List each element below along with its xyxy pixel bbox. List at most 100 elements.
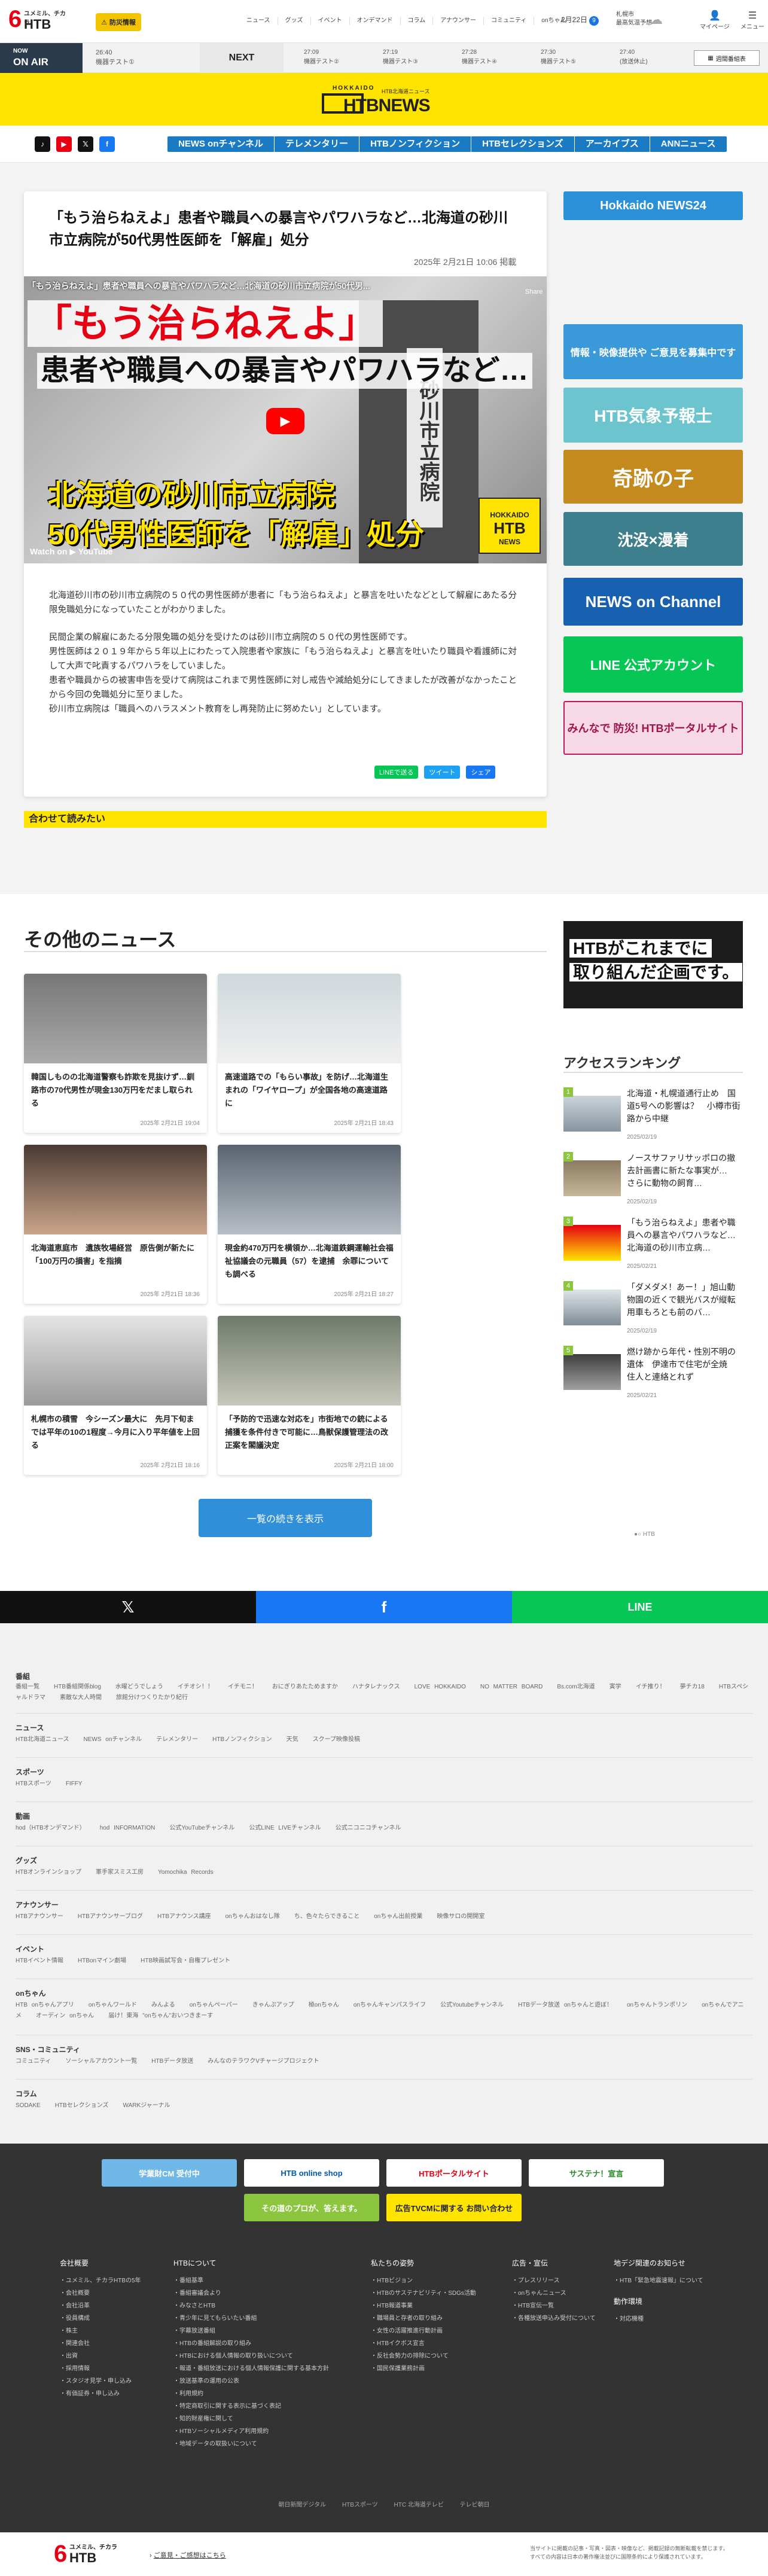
ranking-pager[interactable]: ●○ HTB <box>634 1531 655 1538</box>
sitemap-link[interactable]: 公式LINE LIVEチャンネル <box>249 1825 321 1831</box>
contact-link[interactable]: › ご意見・ご感想はこちら <box>150 2550 226 2560</box>
sitemap-link[interactable]: 天気 <box>287 1736 298 1743</box>
sitemap-link[interactable]: 公式Youtubeチャンネル <box>440 2002 504 2008</box>
gnav-community[interactable]: コミュニティ <box>484 17 535 25</box>
video-title[interactable]: 「もう治らねえよ」患者や職員への暴言やパワハラなど…北海道の砂川市立病院が50代… <box>28 280 370 292</box>
sitemap-link[interactable]: ち、色々たらできること <box>294 1913 360 1920</box>
sitemap-category[interactable]: スポーツ <box>16 1767 44 1777</box>
news-card[interactable]: 北海道恵庭市 遺族牧場経営 原告側が新たに「100万円の損害」を指摘 2025年… <box>24 1145 207 1304</box>
sitemap-links[interactable]: HTBアナウンサー HTBアナウンサーブログ HTBアナウンス講座 onちゃんおはなし… <box>16 1912 751 1922</box>
ranking-item[interactable]: 2 ノースサファリサッポロの撤去計画書に新たな事実が… さらに動物の飼育… 20… <box>563 1152 743 1209</box>
sitemap-link[interactable]: 軍手家スミス工房 <box>96 1869 144 1876</box>
footer-banner[interactable]: 広告TVCMに関する お問い合わせ <box>386 2194 522 2221</box>
news-card[interactable]: 現金約470万円を横領か…北海道鉄鋼運輸社会福祉協議会の元職員（57）を逮捕 余… <box>218 1145 401 1304</box>
sitemap-link[interactable]: イチオシ！！ <box>178 1684 214 1690</box>
current-program[interactable]: 26:40 機器テスト① <box>96 48 135 67</box>
sitemap-link[interactable]: 極onちゃん <box>309 2002 339 2008</box>
sitemap-category[interactable]: ニュース <box>16 1723 44 1733</box>
sitemap-link[interactable]: hod INFORMATION <box>100 1825 156 1831</box>
footer-links[interactable]: プレスリリースonちゃんニュースHTB宣伝一覧各種放送申込み受付について <box>512 2275 608 2325</box>
subnav-nonfiction[interactable]: HTBノンフィクション <box>359 136 472 152</box>
footer-link[interactable]: HTBのサステナビリティ・SDGs活動 <box>371 2287 490 2300</box>
footer-link[interactable]: スタジオ見学・申し込み <box>60 2375 156 2388</box>
sitemap-category[interactable]: イベント <box>16 1944 44 1954</box>
sitemap-link[interactable]: HTBセレクションズ <box>55 2102 109 2109</box>
footer-link[interactable]: 青少年に見てもらいたい番組 <box>173 2312 353 2325</box>
sitemap-category[interactable]: コラム <box>16 2089 37 2099</box>
footer-link[interactable]: 番組審議会より <box>173 2287 353 2300</box>
footer-link[interactable]: HTBの番組解説の取り組み <box>173 2337 353 2350</box>
facebook-share-button[interactable]: f <box>256 1591 512 1623</box>
sitemap-link[interactable]: HTB北海道ニュース <box>16 1736 69 1743</box>
htb-logo[interactable]: 6 ユメミル、チカラ HTB <box>8 7 66 33</box>
sitemap-link[interactable]: HTBノンフィクション <box>212 1736 272 1743</box>
sitemap-link[interactable]: onちゃんおはなし隊 <box>225 1913 280 1920</box>
footer-banner[interactable]: サステナ！宣言 <box>529 2159 664 2187</box>
footer-link[interactable]: 女性の活躍推進行動計画 <box>371 2325 490 2337</box>
sitemap-link[interactable]: 映像サロの開開室 <box>437 1913 484 1920</box>
footer-link[interactable]: 放送基準の運用の公表 <box>173 2375 353 2388</box>
sitemap-link[interactable]: HTB映画試写会・自権プレゼント <box>141 1958 230 1964</box>
sitemap-link[interactable]: 寅学 <box>609 1684 621 1690</box>
youtube-icon[interactable]: ▶ <box>56 136 72 152</box>
sitemap-links[interactable]: コミュニティ ソーシャルアカウント一覧 HTBデータ放送 みんなのテラワクVチャージプ… <box>16 2056 751 2067</box>
sitemap-category[interactable]: onちゃん <box>16 1988 46 1998</box>
footer-link[interactable]: 役員構成 <box>60 2312 156 2325</box>
load-more-button[interactable]: 一覧の続きを表示 <box>199 1499 372 1537</box>
footer-links[interactable]: HTBビジョンHTBのサステナビリティ・SDGs活動HTB報道事業職場員と存者の… <box>371 2275 490 2375</box>
htb-promo-banner[interactable]: HTBがこれまでに 取り組んだ企画です。 <box>563 921 743 1008</box>
sitemap-link[interactable]: みんなのテラワクVチャージプロジェクト <box>208 2058 319 2065</box>
subnav-archives[interactable]: アーカイブス <box>575 136 650 152</box>
footer-link[interactable]: 字幕放送番組 <box>173 2325 353 2337</box>
tiktok-icon[interactable]: ♪ <box>35 136 50 152</box>
sitemap-link[interactable]: onちゃんトランポリン <box>627 2002 687 2008</box>
footer-link[interactable]: HTB報道事業 <box>371 2300 490 2312</box>
sitemap-link[interactable]: NO MATTER BOARD <box>480 1684 543 1690</box>
subnav-news-on-channel[interactable]: NEWS onチャンネル <box>167 136 275 152</box>
watch-on-youtube[interactable]: Watch on ▶ YouTube <box>30 547 113 557</box>
x-share-button[interactable]: 𝕏 <box>0 1591 256 1623</box>
sitemap-links[interactable]: HTBスポーツ FIFFY <box>16 1779 751 1790</box>
footer-link[interactable]: 出資 <box>60 2350 156 2362</box>
footer-link[interactable]: 報道・番組放送における個人情報保護に関する基本方針 <box>173 2362 353 2375</box>
footer-links[interactable]: 対応機種 <box>614 2313 733 2325</box>
video-share[interactable]: Share <box>525 288 543 295</box>
sitemap-link[interactable]: 旅館分けつくりたかり紀行 <box>116 1694 188 1701</box>
footer-links[interactable]: ユメミル、チカラHTBの5年会社概要会社沿革役員構成株主関連会社出資採用情報スタ… <box>60 2275 156 2400</box>
sitemap-links[interactable]: HTB北海道ニュース NEWS onチャンネル テレメンタリー HTBノンフィクション… <box>16 1734 751 1745</box>
sitemap-link[interactable]: FIFFY <box>66 1781 83 1787</box>
next-program[interactable]: 27:30 機器テスト⑤ <box>541 48 576 67</box>
news24-banner[interactable]: Hokkaido NEWS24 <box>563 191 743 220</box>
footer-link[interactable]: 採用情報 <box>60 2362 156 2375</box>
sitemap-link[interactable]: HTBアナウンサーブログ <box>78 1913 143 1920</box>
sitemap-link[interactable]: hod（HTBオンデマンド） <box>16 1825 86 1831</box>
subnav-ann-news[interactable]: ANNニュース <box>650 136 727 152</box>
news-card[interactable]: 韓国しものの北海道警察も詐欺を見抜けず…釧路市の70代男性が現金130万円をだま… <box>24 974 207 1133</box>
partner-link[interactable]: HTC 北海道テレビ <box>394 2502 444 2508</box>
sitemap-link[interactable]: おにぎりあたためますか <box>272 1684 338 1690</box>
sitemap-link[interactable]: WARKジャーナル <box>123 2102 170 2109</box>
sitemap-link[interactable]: テレメンタリー <box>156 1736 198 1743</box>
footer-link[interactable]: プレスリリース <box>512 2275 608 2287</box>
footer-banner[interactable]: 学業財CM 受付中 <box>102 2159 237 2187</box>
footer-link[interactable]: 会社概要 <box>60 2287 156 2300</box>
footer-link[interactable]: 対応機種 <box>614 2313 733 2325</box>
sitemap-link[interactable]: オーディン onちゃん <box>36 2013 94 2019</box>
sitemap-link[interactable]: HTBonマイン劇場 <box>78 1958 126 1964</box>
chinbotsu-banner[interactable]: 沈没×漫着 <box>563 512 743 566</box>
sitemap-category[interactable]: SNS・コミュニティ <box>16 2044 80 2054</box>
sitemap-link[interactable]: HTBアナウンス講座 <box>157 1913 211 1920</box>
sitemap-link[interactable]: LOVE HOKKAIDO <box>415 1684 466 1690</box>
news-on-channel-banner[interactable]: NEWS on Channel <box>563 578 743 626</box>
gnav-event[interactable]: イベント <box>311 17 350 25</box>
footer-link[interactable]: 各種放送申込み受付について <box>512 2312 608 2325</box>
sitemap-link[interactable]: スクープ映像投稿 <box>313 1736 360 1743</box>
footer-link[interactable]: 知的財産権に関して <box>173 2413 353 2425</box>
subnav-selections[interactable]: HTBセレクションズ <box>471 136 575 152</box>
sitemap-link[interactable]: HTBスポーツ <box>16 1781 51 1787</box>
weather-forecaster-banner[interactable]: HTB気象予報士 <box>563 388 743 443</box>
sitemap-link[interactable]: Yomochika Records <box>158 1869 214 1876</box>
sitemap-link[interactable]: 届け！東海 "onちゃん"おいつきまーす <box>108 2013 213 2019</box>
sitemap-links[interactable]: HTB onちゃんアプリ onちゃんワールド みんよる onちゃんペーパー きゃんぷアッ… <box>16 2000 751 2022</box>
footer-link[interactable]: HTBビジョン <box>371 2275 490 2287</box>
